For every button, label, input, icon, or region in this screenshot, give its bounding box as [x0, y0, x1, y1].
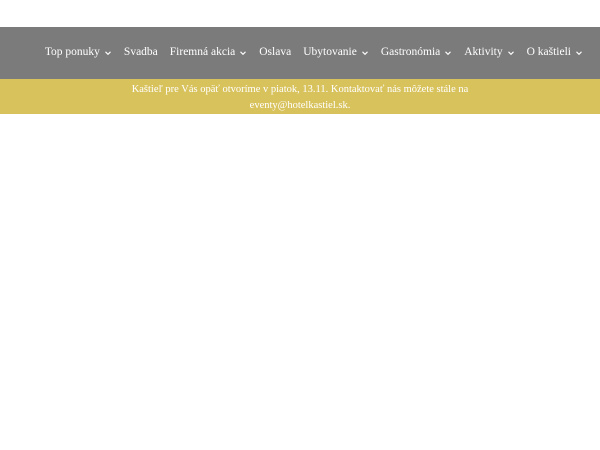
nav-item-oslava[interactable]: Oslava	[253, 47, 297, 59]
announcement-email-link[interactable]: eventy@hotelkastiel.sk.	[0, 98, 600, 114]
nav-item-label: Aktivity	[464, 46, 503, 59]
nav-item-svadba[interactable]: Svadba	[118, 47, 164, 59]
nav-item-ubytovanie[interactable]: Ubytovanie	[297, 47, 375, 59]
nav-item-label: Oslava	[259, 46, 292, 59]
announcement-banner: Kaštieľ pre Vás opäť otvoríme v piatok, …	[0, 79, 600, 114]
page-content-area	[0, 114, 600, 450]
nav-item-label: Svadba	[123, 46, 158, 59]
top-white-strip	[0, 0, 600, 27]
chevron-down-icon	[361, 49, 369, 57]
nav-item-aktivity[interactable]: Aktivity	[458, 47, 520, 59]
nav-item-o-kastieli[interactable]: O kaštieli	[521, 47, 589, 59]
nav-item-label: O kaštieli	[526, 46, 571, 59]
nav-item-label: Top ponuky	[44, 46, 100, 59]
chevron-down-icon	[575, 49, 583, 57]
nav-item-label: Firemná akcia	[169, 46, 236, 59]
nav-item-label: Gastronómia	[380, 46, 441, 59]
nav-item-label: Ubytovanie	[303, 46, 357, 59]
nav-item-top-ponuky[interactable]: Top ponuky	[39, 47, 118, 59]
chevron-down-icon	[507, 49, 515, 57]
chevron-down-icon	[444, 49, 452, 57]
nav-item-gastronomia[interactable]: Gastronómia	[375, 47, 458, 59]
chevron-down-icon	[104, 49, 112, 57]
chevron-down-icon	[239, 49, 247, 57]
main-navigation-bar: Top ponuky Svadba Firemná akcia Oslava U…	[0, 27, 600, 79]
nav-menu: Top ponuky Svadba Firemná akcia Oslava U…	[39, 47, 589, 59]
nav-item-firemna-akcia[interactable]: Firemná akcia	[164, 47, 253, 59]
announcement-text-line-1: Kaštieľ pre Vás opäť otvoríme v piatok, …	[131, 84, 469, 95]
